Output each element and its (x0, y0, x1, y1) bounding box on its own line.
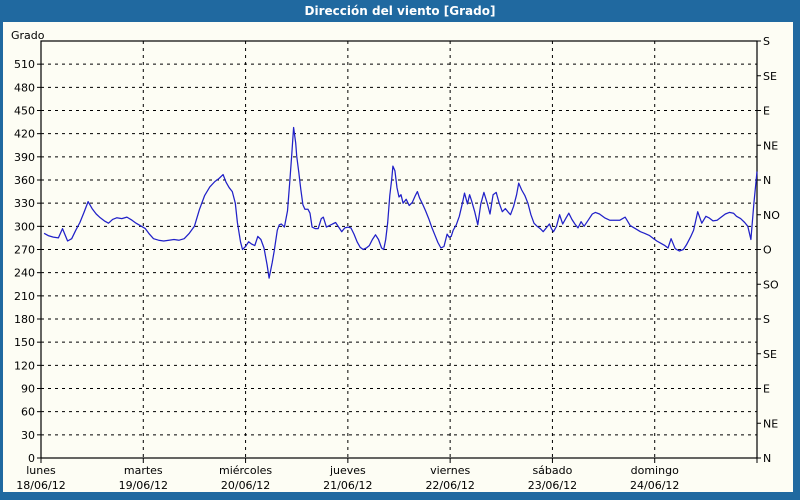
compass-label: N (763, 174, 771, 187)
compass-label: SE (763, 70, 777, 83)
compass-label: E (763, 383, 770, 396)
compass-label: S (763, 35, 770, 48)
y-tick-label: 120 (14, 359, 35, 372)
y-tick-label: 360 (14, 174, 35, 187)
y-tick-label: 390 (14, 151, 35, 164)
y-tick-label: 420 (14, 128, 35, 141)
day-name: miércoles (219, 464, 272, 477)
y-tick-label: 30 (21, 429, 35, 442)
chart-title: Dirección del viento [Grado] (304, 4, 496, 18)
y-tick-label: 300 (14, 220, 35, 233)
y-tick-label: 330 (14, 197, 35, 210)
y-tick-label: 270 (14, 244, 35, 257)
y-tick-label: 180 (14, 313, 35, 326)
day-date: 24/06/12 (630, 479, 679, 492)
y-tick-label: 90 (21, 383, 35, 396)
day-date: 20/06/12 (221, 479, 270, 492)
day-name: viernes (430, 464, 470, 477)
compass-label: NE (763, 417, 778, 430)
compass-label: O (763, 244, 772, 257)
day-name: sábado (532, 464, 572, 477)
title-bar: Dirección del viento [Grado] (0, 0, 800, 22)
compass-label: N (763, 452, 771, 465)
day-date: 19/06/12 (119, 479, 168, 492)
chart-window: Dirección del viento [Grado] 0 30 60 90 120 1… (0, 0, 800, 500)
y-tick-label: 150 (14, 336, 35, 349)
compass-label: E (763, 105, 770, 118)
day-date: 22/06/12 (425, 479, 474, 492)
y-tick-label: 210 (14, 290, 35, 303)
y-axis-title: Grado (11, 29, 45, 42)
compass-label: NO (763, 209, 780, 222)
day-name: jueves (329, 464, 366, 477)
day-name: lunes (26, 464, 56, 477)
y-tick-label: 240 (14, 267, 35, 280)
compass-label: SE (763, 348, 777, 361)
y-tick-label: 510 (14, 58, 35, 71)
y-tick-label: 480 (14, 81, 35, 94)
chart-area: 0 30 60 90 120 150 180 210 240 270 300 330 360 390 420… (3, 22, 793, 492)
day-name: domingo (631, 464, 679, 477)
compass-label: SO (763, 278, 779, 291)
day-date: 23/06/12 (528, 479, 577, 492)
y-tick-label: 450 (14, 105, 35, 118)
compass-label: NE (763, 139, 778, 152)
compass-label: S (763, 313, 770, 326)
y-tick-label: 60 (21, 406, 35, 419)
day-date: 21/06/12 (323, 479, 372, 492)
day-date: 18/06/12 (16, 479, 65, 492)
day-name: martes (124, 464, 163, 477)
chart-canvas: 0306090120150180210240270300330360390420… (11, 29, 780, 492)
